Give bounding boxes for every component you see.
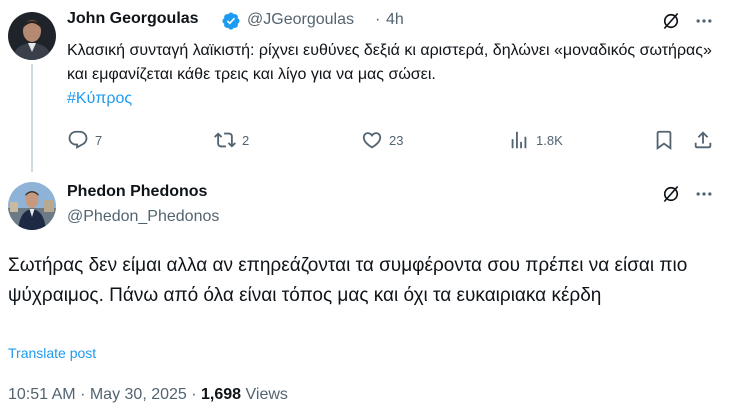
- reply-count: 7: [95, 132, 103, 148]
- post-text: Κλασική συνταγή λαϊκιστή: ρίχνει ευθύνες…: [67, 39, 717, 111]
- grok-icon[interactable]: [660, 183, 682, 205]
- like-button[interactable]: 23: [361, 129, 403, 151]
- post-date[interactable]: May 30, 2025: [90, 386, 187, 403]
- post-body: Κλασική συνταγή λαϊκιστή: ρίχνει ευθύνες…: [67, 42, 712, 83]
- reply-button[interactable]: 7: [67, 129, 102, 151]
- verified-badge-icon: [221, 11, 241, 31]
- repost-button[interactable]: 2: [214, 129, 249, 151]
- views-count: 1,698: [201, 386, 242, 403]
- share-icon: [694, 131, 712, 149]
- reply-icon: [68, 130, 88, 149]
- more-options-icon[interactable]: [693, 10, 715, 32]
- separator-dot: ·: [191, 386, 197, 403]
- hashtag-link[interactable]: #Κύπρος: [67, 90, 132, 107]
- author-name[interactable]: John Georgoulas: [67, 10, 199, 28]
- share-button[interactable]: [692, 129, 714, 151]
- heart-icon: [362, 132, 382, 149]
- author-handle[interactable]: @JGeorgoulas: [247, 11, 354, 29]
- bookmark-icon: [656, 130, 672, 151]
- views-count: 1.8K: [536, 132, 563, 148]
- thread-connector-line: [31, 64, 33, 172]
- author-handle[interactable]: @Phedon_Phedonos: [67, 208, 219, 226]
- grok-icon[interactable]: [660, 10, 682, 32]
- views-button[interactable]: 1.8K: [508, 129, 563, 151]
- separator-dot: ·: [375, 11, 381, 28]
- repost-icon: [214, 132, 236, 148]
- more-options-icon[interactable]: [693, 183, 715, 205]
- avatar-john-georgoulas[interactable]: [8, 12, 56, 60]
- separator-dot: ·: [80, 386, 86, 403]
- author-name[interactable]: Phedon Phedonos: [67, 183, 207, 201]
- avatar-image: [8, 182, 56, 230]
- post-metadata: 10:51 AM · May 30, 2025 · 1,698 Views: [8, 386, 288, 404]
- avatar-image: [8, 12, 56, 60]
- post-time[interactable]: 10:51 AM: [8, 386, 76, 403]
- translate-post-link[interactable]: Translate post: [8, 345, 96, 361]
- avatar-phedon-phedonos[interactable]: [8, 182, 56, 230]
- repost-count: 2: [242, 132, 250, 148]
- like-count: 23: [389, 132, 404, 148]
- post-body: Σωτήρας δεν είμαι αλλα αν επηρεάζονται τ…: [8, 255, 688, 306]
- views-label: Views: [245, 386, 288, 403]
- views-chart-icon: [511, 131, 527, 149]
- post-time[interactable]: 4h: [386, 11, 404, 29]
- bookmark-button[interactable]: [653, 129, 675, 151]
